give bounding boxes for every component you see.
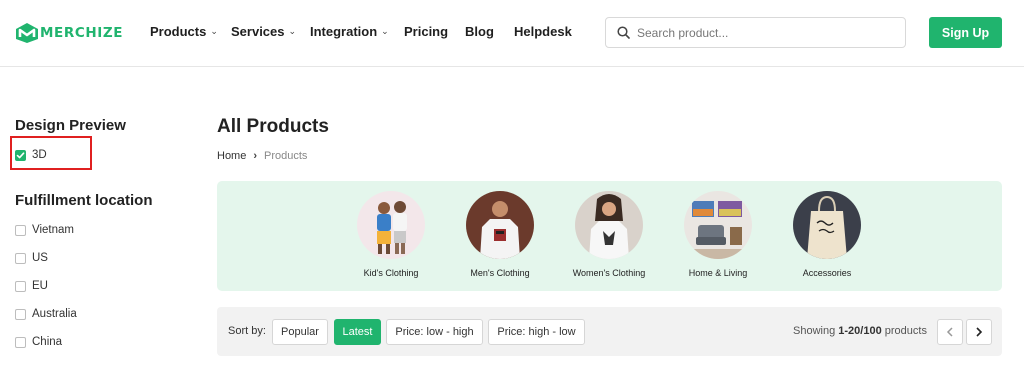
- prev-page-button[interactable]: [937, 319, 963, 345]
- checkbox-icon[interactable]: [15, 336, 26, 348]
- filter-vietnam-label: Vietnam: [32, 224, 74, 236]
- sort-price-low-high-button[interactable]: Price: low - high: [386, 319, 483, 345]
- nav-pricing[interactable]: Pricing: [404, 24, 465, 39]
- category-mens-clothing[interactable]: Men's Clothing: [450, 191, 550, 278]
- nav-blog-label: Blog: [465, 24, 494, 39]
- mens-clothing-image: [466, 191, 534, 259]
- breadcrumb: Home › Products: [217, 150, 307, 162]
- breadcrumb-home-link[interactable]: Home: [217, 150, 246, 162]
- sort-popular-button[interactable]: Popular: [272, 319, 328, 345]
- nav-products-label: Products: [150, 24, 207, 39]
- checkbox-icon[interactable]: [15, 280, 26, 292]
- search-icon: [617, 26, 630, 39]
- category-kids-clothing[interactable]: Kid's Clothing: [341, 191, 441, 278]
- nav-services[interactable]: Services ⌄: [231, 24, 310, 39]
- nav-services-label: Services: [231, 24, 285, 39]
- chevron-right-icon: ›: [253, 150, 258, 162]
- chevron-right-icon: [976, 327, 983, 337]
- sort-latest-button[interactable]: Latest: [334, 319, 381, 345]
- sign-up-button[interactable]: Sign Up: [929, 17, 1002, 48]
- checkbox-icon[interactable]: [15, 252, 26, 264]
- category-womens-clothing-label: Women's Clothing: [572, 268, 646, 278]
- nav-integration[interactable]: Integration ⌄: [310, 24, 404, 39]
- chevron-down-icon: ⌄: [381, 26, 389, 36]
- design-preview-heading: Design Preview: [15, 117, 126, 134]
- logo-text: MERCHIZE: [40, 25, 124, 41]
- filter-eu[interactable]: EU: [15, 280, 48, 292]
- filter-australia-label: Australia: [32, 308, 77, 320]
- filter-china-label: China: [32, 336, 63, 348]
- nav-helpdesk[interactable]: Helpdesk: [514, 24, 574, 39]
- category-kids-clothing-label: Kid's Clothing: [363, 268, 419, 278]
- sort-by-label: Sort by:: [228, 325, 266, 337]
- nav-integration-label: Integration: [310, 24, 378, 39]
- category-accessories[interactable]: Accessories: [777, 191, 877, 278]
- merchize-logo[interactable]: MERCHIZE: [15, 22, 123, 44]
- search-input[interactable]: [637, 25, 887, 40]
- showing-range: 1-20/100: [838, 325, 882, 337]
- category-accessories-label: Accessories: [802, 268, 852, 278]
- filter-vietnam[interactable]: Vietnam: [15, 224, 74, 236]
- nav-products[interactable]: Products ⌄: [150, 24, 231, 39]
- next-page-button[interactable]: [966, 319, 992, 345]
- results-count: Showing 1-20/100 products: [793, 325, 927, 337]
- womens-clothing-image: [575, 191, 643, 259]
- home-living-image: [684, 191, 752, 259]
- showing-suffix: products: [884, 325, 927, 337]
- filter-us[interactable]: US: [15, 252, 48, 264]
- category-home-living[interactable]: Home & Living: [668, 191, 768, 278]
- accessories-image: [793, 191, 861, 259]
- sort-toolbar: Sort by: Popular Latest Price: low - hig…: [217, 307, 1002, 356]
- chevron-down-icon: ⌄: [210, 26, 218, 36]
- category-home-living-label: Home & Living: [688, 268, 748, 278]
- main-nav: Products ⌄ Services ⌄ Integration ⌄ Pric…: [150, 24, 574, 39]
- checkbox-icon[interactable]: [15, 308, 26, 320]
- filter-eu-label: EU: [32, 280, 48, 292]
- chevron-down-icon: ⌄: [288, 26, 297, 36]
- sort-price-high-low-button[interactable]: Price: high - low: [488, 319, 585, 345]
- fulfillment-location-heading: Fulfillment location: [15, 192, 153, 209]
- nav-blog[interactable]: Blog: [465, 24, 514, 39]
- checkbox-icon[interactable]: [15, 224, 26, 236]
- category-mens-clothing-label: Men's Clothing: [470, 268, 530, 278]
- showing-prefix: Showing: [793, 325, 836, 337]
- filter-us-label: US: [32, 252, 48, 264]
- page-title: All Products: [217, 116, 329, 137]
- nav-helpdesk-label: Helpdesk: [514, 24, 572, 39]
- filter-australia[interactable]: Australia: [15, 308, 77, 320]
- highlight-annotation-box: [10, 136, 92, 170]
- filter-china[interactable]: China: [15, 336, 62, 348]
- chevron-left-icon: [946, 327, 953, 337]
- search-box: [605, 17, 906, 48]
- nav-pricing-label: Pricing: [404, 24, 449, 39]
- breadcrumb-current: Products: [264, 150, 308, 162]
- top-header: MERCHIZE Products ⌄ Services ⌄ Integrati…: [0, 0, 1024, 67]
- category-panel: Kid's Clothing Men's Clothing Women's Cl…: [217, 181, 1002, 291]
- kids-clothing-image: [357, 191, 425, 259]
- merchize-logo-icon: [16, 23, 38, 43]
- category-womens-clothing[interactable]: Women's Clothing: [559, 191, 659, 278]
